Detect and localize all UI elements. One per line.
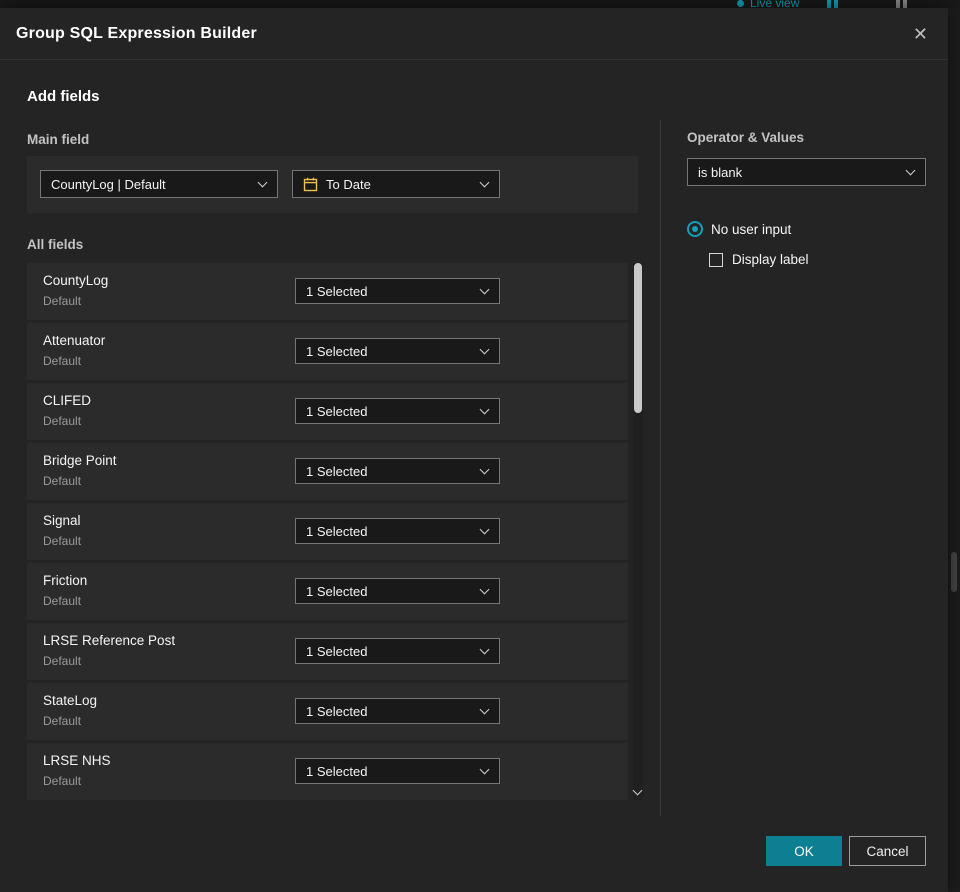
field-selection-value: 1 Selected [306,643,368,659]
chevron-down-icon [479,644,490,655]
field-row: Friction Default 1 Selected [27,563,628,620]
field-selection-value: 1 Selected [306,583,368,599]
field-selection-dropdown[interactable]: 1 Selected [295,578,500,604]
operator-dropdown[interactable]: is blank [687,158,926,186]
live-view-label[interactable]: Live view [750,0,799,8]
field-selection-value: 1 Selected [306,343,368,359]
field-subtitle: Default [43,414,82,428]
checkbox-unchecked-icon[interactable] [709,252,723,267]
columns-icon[interactable] [827,0,839,8]
field-selection-dropdown[interactable]: 1 Selected [295,458,500,484]
field-name: LRSE Reference Post [43,633,176,648]
chevron-down-icon [479,177,490,188]
all-fields-label: All fields [27,237,84,252]
field-subtitle: Default [43,534,82,548]
main-field-label: Main field [27,132,90,147]
group-sql-expression-builder-dialog: Group SQL Expression Builder ✕ Add field… [0,8,948,892]
main-field-dropdown[interactable]: CountyLog | Default [40,170,278,198]
chevron-down-icon [479,344,490,355]
field-name: Friction [43,573,88,588]
field-row: CLIFED Default 1 Selected [27,383,628,440]
field-selection-value: 1 Selected [306,523,368,539]
field-row: Signal Default 1 Selected [27,503,628,560]
radio-selected-icon[interactable] [687,221,703,237]
field-selection-value: 1 Selected [306,403,368,419]
chevron-down-icon [905,165,916,176]
field-selection-value: 1 Selected [306,283,368,299]
chevron-down-icon [479,404,490,415]
field-selection-dropdown[interactable]: 1 Selected [295,758,500,784]
field-name: CountyLog [43,273,109,288]
live-view-dot-icon [737,0,744,7]
field-selection-dropdown[interactable]: 1 Selected [295,338,500,364]
vertical-divider [660,120,661,816]
date-field-dropdown[interactable]: To Date [292,170,500,198]
chevron-down-icon [257,177,268,188]
all-fields-list: CountyLog Default 1 Selected Attenuator … [27,263,628,803]
chevron-down-icon [479,284,490,295]
field-subtitle: Default [43,714,82,728]
field-selection-dropdown[interactable]: 1 Selected [295,398,500,424]
field-row: StateLog Default 1 Selected [27,683,628,740]
field-row: Bridge Point Default 1 Selected [27,443,628,500]
field-subtitle: Default [43,354,82,368]
ok-button[interactable]: OK [766,836,842,866]
field-name: LRSE NHS [43,753,111,768]
field-row: Attenuator Default 1 Selected [27,323,628,380]
operator-dropdown-value: is blank [698,164,743,180]
calendar-icon [303,177,318,192]
field-name: Signal [43,513,81,528]
chevron-down-icon [479,524,490,535]
operator-values-label: Operator & Values [687,130,805,145]
display-label-checkbox-row[interactable]: Display label [709,252,809,267]
main-field-dropdown-value: CountyLog | Default [51,176,166,192]
field-selection-value: 1 Selected [306,763,368,779]
field-selection-dropdown[interactable]: 1 Selected [295,518,500,544]
backdrop-scrollbar-thumb[interactable] [951,552,957,592]
backdrop-top-strip: Live view [0,0,960,8]
list-scrollbar[interactable] [632,263,643,800]
field-name: Bridge Point [43,453,117,468]
chevron-down-icon [479,584,490,595]
field-selection-value: 1 Selected [306,703,368,719]
field-row: LRSE NHS Default 1 Selected [27,743,628,800]
field-row: LRSE Reference Post Default 1 Selected [27,623,628,680]
date-field-dropdown-value: To Date [326,176,371,192]
field-selection-dropdown[interactable]: 1 Selected [295,638,500,664]
chevron-down-icon [479,764,490,775]
field-selection-dropdown[interactable]: 1 Selected [295,698,500,724]
field-subtitle: Default [43,294,82,308]
field-selection-dropdown[interactable]: 1 Selected [295,278,500,304]
field-subtitle: Default [43,654,82,668]
display-label-label: Display label [732,252,809,267]
field-row: CountyLog Default 1 Selected [27,263,628,320]
cancel-button[interactable]: Cancel [849,836,926,866]
field-subtitle: Default [43,594,82,608]
main-field-panel: CountyLog | Default To Date [27,156,638,213]
panel-bars-icon[interactable] [896,0,908,8]
dialog-header: Group SQL Expression Builder ✕ [0,8,948,60]
scrollbar-down-arrow-icon[interactable] [632,785,643,796]
field-name: StateLog [43,693,98,708]
field-subtitle: Default [43,774,82,788]
list-scrollbar-thumb[interactable] [634,263,642,413]
field-name: CLIFED [43,393,92,408]
backdrop-right-strip [948,8,960,892]
field-selection-value: 1 Selected [306,463,368,479]
field-subtitle: Default [43,474,82,488]
chevron-down-icon [479,704,490,715]
no-user-input-radio[interactable]: No user input [687,221,791,237]
close-icon[interactable]: ✕ [909,21,932,47]
dialog-title: Group SQL Expression Builder [16,24,257,42]
screen: Live view Group SQL Expression Builder ✕… [0,0,960,892]
add-fields-heading: Add fields [27,88,100,105]
chevron-down-icon [479,464,490,475]
field-name: Attenuator [43,333,106,348]
no-user-input-label: No user input [711,221,792,237]
